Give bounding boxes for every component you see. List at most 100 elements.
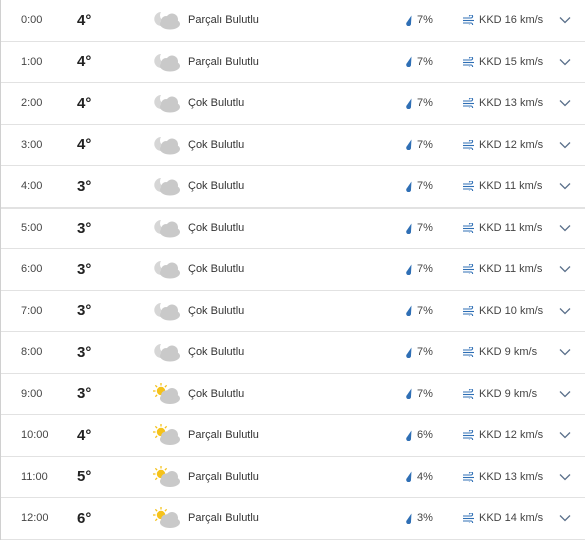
wind: KKD 13 km/s [463, 457, 543, 498]
raindrop-icon [405, 471, 413, 483]
forecast-condition: Çok Bulutlu [188, 97, 245, 110]
precipitation-value: 7% [417, 346, 433, 359]
forecast-time: 9:00 [21, 387, 43, 400]
precipitation-value: 6% [417, 429, 433, 442]
forecast-row[interactable]: 12:00 6° Parçalı Bulutlu 3% KKD 14 km/s [1, 498, 585, 540]
wind: KKD 11 km/s [463, 249, 542, 290]
forecast-row[interactable]: 7:00 3° Çok Bulutlu 7% KKD 10 km/s [1, 291, 585, 332]
wind: KKD 12 km/s [463, 415, 543, 456]
moon-cloud-icon [151, 249, 183, 290]
raindrop-icon [405, 15, 413, 26]
wind: KKD 11 km/s [463, 209, 542, 249]
sun-cloud-icon [151, 374, 183, 415]
raindrop-icon [405, 98, 413, 109]
raindrop-icon [405, 139, 413, 151]
forecast-row[interactable]: 4:00 3° Çok Bulutlu 7% KKD 11 km/s [1, 166, 585, 208]
wind: KKD 14 km/s [463, 498, 543, 539]
wind: KKD 11 km/s [463, 166, 542, 207]
precipitation-value: 7% [417, 180, 433, 193]
chevron-down-icon[interactable] [557, 83, 573, 124]
forecast-row[interactable]: 0:00 4° Parçalı Bulutlu 7% KKD 16 km/s [1, 0, 585, 42]
forecast-temperature: 3° [77, 302, 92, 320]
forecast-time: 5:00 [21, 222, 43, 235]
wind: KKD 13 km/s [463, 83, 543, 124]
forecast-time: 7:00 [21, 304, 43, 317]
raindrop-icon [405, 56, 413, 68]
chevron-down-icon[interactable] [557, 332, 573, 373]
forecast-temperature: 4° [77, 11, 92, 29]
chevron-down-icon[interactable] [557, 0, 573, 41]
sun-cloud-icon [151, 415, 183, 456]
forecast-row[interactable]: 2:00 4° Çok Bulutlu 7% KKD 13 km/s [1, 83, 585, 125]
precipitation-value: 7% [417, 55, 433, 68]
wind-icon [463, 180, 475, 193]
precipitation: 7% [405, 166, 433, 207]
wind-value: KKD 10 km/s [479, 304, 544, 317]
chevron-down-icon[interactable] [557, 125, 573, 166]
wind: KKD 9 km/s [463, 374, 537, 415]
wind-icon [463, 222, 475, 235]
wind-value: KKD 13 km/s [479, 470, 544, 483]
wind-icon [463, 305, 475, 318]
forecast-condition: Çok Bulutlu [188, 180, 245, 193]
chevron-down-icon[interactable] [557, 42, 573, 83]
precipitation-value: 7% [417, 138, 433, 151]
chevron-down-icon[interactable] [557, 291, 573, 332]
chevron-down-icon[interactable] [557, 249, 573, 290]
forecast-temperature: 5° [77, 468, 92, 486]
forecast-temperature: 4° [77, 426, 92, 444]
precipitation: 7% [405, 291, 433, 332]
precipitation: 6% [405, 415, 433, 456]
moon-cloud-icon [151, 291, 183, 332]
wind-value: KKD 11 km/s [479, 222, 543, 235]
forecast-row[interactable]: 5:00 3° Çok Bulutlu 7% KKD 11 km/s [1, 207, 585, 249]
forecast-temperature: 6° [77, 509, 92, 527]
sun-cloud-icon [151, 498, 183, 539]
chevron-down-icon[interactable] [557, 498, 573, 539]
wind: KKD 15 km/s [463, 42, 543, 83]
precipitation-value: 7% [417, 263, 433, 276]
chevron-down-icon[interactable] [557, 457, 573, 498]
forecast-row[interactable]: 3:00 4° Çok Bulutlu 7% KKD 12 km/s [1, 125, 585, 166]
precipitation: 7% [405, 249, 433, 290]
precipitation: 7% [405, 42, 433, 83]
forecast-row[interactable]: 11:00 5° Parçalı Bulutlu 4% KKD 13 km/s [1, 457, 585, 498]
wind-value: KKD 11 km/s [479, 263, 543, 276]
precipitation: 7% [405, 83, 433, 124]
wind-icon [463, 429, 475, 442]
chevron-down-icon[interactable] [557, 209, 573, 249]
raindrop-icon [405, 347, 413, 358]
precipitation-value: 4% [417, 470, 433, 483]
precipitation: 7% [405, 125, 433, 166]
moon-cloud-icon [151, 209, 183, 249]
chevron-down-icon[interactable] [557, 374, 573, 415]
forecast-condition: Çok Bulutlu [188, 138, 245, 151]
forecast-row[interactable]: 10:00 4° Parçalı Bulutlu 6% KKD 12 km/s [1, 415, 585, 457]
wind-value: KKD 12 km/s [479, 429, 544, 442]
forecast-condition: Çok Bulutlu [188, 263, 245, 276]
raindrop-icon [405, 264, 413, 275]
forecast-row[interactable]: 6:00 3° Çok Bulutlu 7% KKD 11 km/s [1, 249, 585, 291]
moon-cloud-icon [151, 125, 183, 166]
precipitation: 7% [405, 332, 433, 373]
wind-icon [463, 471, 475, 484]
forecast-row[interactable]: 9:00 3° Çok Bulutlu 7% KKD 9 km/s [1, 374, 585, 415]
chevron-down-icon[interactable] [557, 415, 573, 456]
moon-cloud-icon [151, 83, 183, 124]
wind: KKD 16 km/s [463, 0, 543, 41]
precipitation-value: 3% [417, 512, 433, 525]
raindrop-icon [405, 181, 413, 192]
forecast-condition: Çok Bulutlu [188, 304, 245, 317]
forecast-row[interactable]: 1:00 4° Parçalı Bulutlu 7% KKD 15 km/s [1, 42, 585, 83]
chevron-down-icon[interactable] [557, 166, 573, 207]
wind-value: KKD 15 km/s [479, 55, 544, 68]
forecast-row[interactable]: 8:00 3° Çok Bulutlu 7% KKD 9 km/s [1, 332, 585, 374]
precipitation: 7% [405, 0, 433, 41]
precipitation-value: 7% [417, 14, 433, 27]
precipitation-value: 7% [417, 387, 433, 400]
raindrop-icon [405, 430, 413, 441]
forecast-temperature: 4° [77, 136, 92, 154]
wind: KKD 10 km/s [463, 291, 543, 332]
sun-cloud-icon [151, 457, 183, 498]
wind-value: KKD 13 km/s [479, 97, 544, 110]
